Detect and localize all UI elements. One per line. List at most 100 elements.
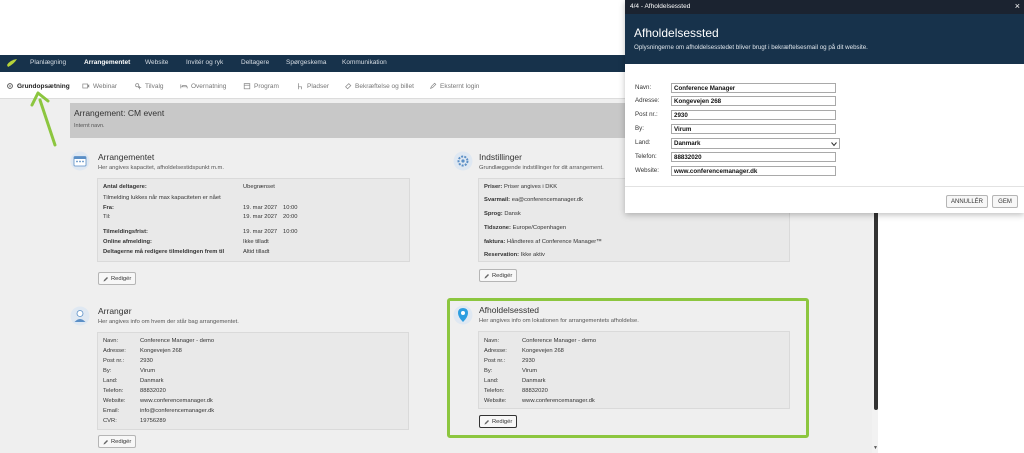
row-label: Post nr.: [103,358,125,364]
row-time: 10:00 [283,205,298,211]
row-label: Fra: [103,205,114,211]
subnav-tilvalg[interactable]: Tilvalg [134,82,164,90]
field-label-telefon: Telefon: [635,153,657,160]
chevron-down-icon [831,142,837,147]
nav-website[interactable]: Website [145,59,168,66]
address-input[interactable]: Kongevejen 268 [671,96,836,106]
subnav-pladser[interactable]: Pladser [296,82,329,90]
subnav-grundopsaetning[interactable]: Grundopsætning [6,82,70,90]
logo-icon [7,59,17,67]
row-value: Virum [140,368,156,374]
pencil-icon [103,439,108,444]
country-select-value: Danmark [674,140,701,147]
section-desc-indstillinger: Grundlæggende indstillinger for dit arra… [479,165,604,171]
subnav-label: Pladser [307,82,330,90]
video-icon [82,83,90,89]
name-input[interactable]: Conference Manager [671,83,836,93]
modal-header: Afholdelsessted Oplysningerne om afholde… [625,14,1024,64]
row-value: Kongevejen 268 [140,348,182,354]
nav-planlaegning[interactable]: Planlægning [30,59,66,66]
row-value: Ubegrænset [243,184,275,190]
pencil-icon [484,273,489,278]
settings-row: Svarmail: ea@conferencemanager.dk [484,197,583,203]
row-label: By: [103,368,112,374]
row-value: 2930 [140,358,153,364]
pen-icon [429,82,437,90]
subnav-label: Program [254,82,279,90]
arrangement-title: Arrangement: CM event [74,108,165,118]
edit-button-indstillinger[interactable]: Redigér [479,269,518,282]
row-value: Håndteres af Conference Manager™ [506,239,602,245]
edit-button-arrangor[interactable]: Redigér [98,435,137,448]
nav-arrangementet[interactable]: Arrangementet [84,59,130,66]
row-label: Online afmelding: [103,239,152,245]
scroll-down-arrow-icon[interactable]: ▼ [873,445,878,451]
row-label: Til: [103,214,111,220]
row-label: Deltagerne må redigere tilmeldingen frem… [103,249,225,255]
subnav-eksternt-login[interactable]: Eksternt login [429,82,479,90]
edit-label: Redigér [111,275,132,282]
row-label: Email: [103,408,120,414]
ticket-icon [345,83,352,90]
row-label: Telefon: [103,388,124,394]
cancel-button[interactable]: ANNULLÉR [946,195,988,208]
person-section-icon [70,306,90,326]
gear-icon [7,83,13,89]
section-title-arrangor: Arrangør [98,306,132,316]
settings-row: Tidszone: Europe/Copenhagen [484,225,566,231]
pencil-icon [103,276,108,281]
row-label: Tilmeldingsfrist: [103,229,148,235]
row-label: faktura: [484,239,506,245]
modal-dialog: 4/4 - Afholdelsessted × Afholdelsessted … [625,0,1024,213]
bed-icon [180,84,188,89]
row-value: Conference Manager - demo [140,338,215,344]
row-label: Navn: [103,338,119,344]
nav-deltagere[interactable]: Deltagere [241,59,269,66]
subnav-bekraeftelse-og-billet[interactable]: Bekræftelse og billet [344,82,414,90]
subnav-webinar[interactable]: Webinar [82,82,117,90]
arrangement-header: Arrangement: CM event Internt navn. [70,103,626,138]
field-label-postnr: Post nr.: [635,111,658,118]
postal-code-input[interactable]: 2930 [671,110,836,120]
row-value: www.conferencemanager.dk [140,398,213,404]
seat-icon [298,83,302,90]
row-value: info@conferencemanager.dk [140,408,215,414]
edit-button-arrangementet[interactable]: Redigér [98,272,137,285]
nav-kommunikation[interactable]: Kommunikation [342,59,387,66]
save-button[interactable]: GEM [992,195,1018,208]
field-label-navn: Navn: [635,84,652,91]
phone-input[interactable]: 88832020 [671,152,836,162]
row-time: 10:00 [283,229,298,235]
subnav-label: Eksternt login [440,82,480,90]
row-value: Dansk [504,211,521,217]
country-select[interactable]: Danmark [671,138,840,149]
calendar-icon [243,83,251,90]
nav-inviter-og-ryk[interactable]: Invitér og ryk [186,59,223,66]
row-label: Reservation: [484,252,520,258]
settings-section-icon [453,151,473,171]
row-label: Antal deltagere: [103,184,147,190]
city-input[interactable]: Virum [671,124,836,134]
row-label: Website: [103,398,126,404]
website-input[interactable]: www.conferencemanager.dk [671,166,836,176]
row-label: CVR: [103,418,117,424]
row-value: Danmark [140,378,164,384]
edit-label: Redigér [492,272,513,279]
scrollbar-thumb[interactable] [874,210,878,410]
edit-label: Redigér [111,438,132,445]
row-time: 20:00 [283,214,298,220]
close-icon[interactable]: × [1015,1,1020,11]
nav-spoergeskema[interactable]: Spørgeskema [286,59,326,66]
row-value: Ikke aktiv [520,252,545,258]
subnav-overnatning[interactable]: Overnatning [180,82,226,90]
addon-icon [135,83,142,90]
settings-row: Reservation: Ikke aktiv [484,252,545,258]
row-value: 88832020 [140,388,166,394]
row-value: Priser angives i DKK [504,184,558,190]
subnav-label: Bekræftelse og billet [355,82,414,90]
subnav-program[interactable]: Program [243,82,279,90]
row-label: Tilmelding lukkes når max kapaciteten er… [103,195,221,201]
section-title-arrangementet: Arrangementet [98,152,155,162]
row-label: Tidszone: [484,225,511,231]
modal-titlebar: 4/4 - Afholdelsessted × [625,0,1024,14]
